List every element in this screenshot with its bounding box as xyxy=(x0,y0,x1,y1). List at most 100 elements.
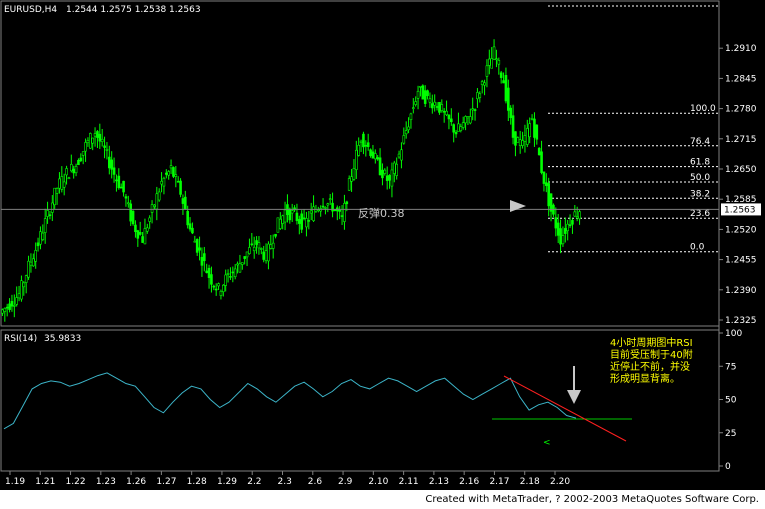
note-line-4: 形成明显背离。 xyxy=(610,372,680,385)
price-tick-label: 1.2520 xyxy=(725,225,757,235)
candle-body xyxy=(179,180,182,195)
candle-body xyxy=(181,198,185,204)
candle-body xyxy=(328,198,332,200)
candle-body xyxy=(186,211,189,226)
rsi-tick-label: 25 xyxy=(725,429,736,439)
time-tick-label: 2.11 xyxy=(399,477,419,487)
candle-body xyxy=(198,247,201,251)
candle-body xyxy=(207,267,211,278)
candle-body xyxy=(174,174,178,177)
candle-body xyxy=(250,243,254,246)
candle-body xyxy=(10,301,14,307)
candle-body xyxy=(545,182,548,186)
candle-body xyxy=(459,126,463,131)
candle-body xyxy=(212,285,216,288)
fib-level-label: 23.6 xyxy=(690,209,710,219)
candle-body xyxy=(388,175,391,181)
candle-body xyxy=(343,202,346,222)
candle-body xyxy=(516,137,520,143)
candle-body xyxy=(229,276,232,278)
candle-body xyxy=(554,217,558,229)
candle-body xyxy=(419,86,422,88)
candle-body xyxy=(571,220,574,225)
candle-body xyxy=(471,108,474,111)
candle-body xyxy=(129,203,132,222)
candle-body xyxy=(162,177,166,187)
candle-body xyxy=(98,133,102,142)
candle-body xyxy=(138,232,142,235)
candle-body xyxy=(257,242,261,249)
candle-body xyxy=(55,188,59,194)
candle-body xyxy=(105,149,109,151)
candle-body xyxy=(93,133,97,137)
candle-body xyxy=(412,107,415,109)
rsi-label: RSI(14) xyxy=(4,334,37,344)
candle-body xyxy=(440,104,444,111)
candle-body xyxy=(497,60,501,65)
candle-body xyxy=(24,275,28,283)
candle-body xyxy=(155,193,159,210)
candle-body xyxy=(248,247,251,254)
candle-body xyxy=(222,284,225,293)
candle-body xyxy=(127,202,130,205)
candle-body xyxy=(485,65,489,77)
candle-body xyxy=(326,203,330,206)
candle-body xyxy=(533,118,536,138)
candle-body xyxy=(528,123,531,138)
candle-body xyxy=(402,135,406,144)
candle-body xyxy=(32,258,35,267)
candle-body xyxy=(39,231,42,245)
candle-body xyxy=(442,110,446,113)
rsi-tick-label: 100 xyxy=(725,329,742,339)
note-line-2: 目前受压制于40附 xyxy=(610,348,693,361)
candle-body xyxy=(67,177,71,180)
candle-body xyxy=(169,165,173,169)
time-tick-label: 2.10 xyxy=(368,477,388,487)
candle-body xyxy=(526,128,529,145)
candle-body xyxy=(452,124,455,133)
candle-body xyxy=(29,261,33,266)
candle-body xyxy=(357,144,360,156)
candle-body xyxy=(469,116,472,124)
candle-body xyxy=(307,220,311,222)
fib-level-label: 61.8 xyxy=(690,158,710,168)
candle-body xyxy=(556,222,560,236)
candle-body xyxy=(60,176,64,190)
candle-body xyxy=(568,224,572,227)
candle-body xyxy=(231,271,235,274)
candle-body xyxy=(547,183,550,207)
candle-body xyxy=(167,171,170,176)
candle-body xyxy=(110,159,113,170)
rebound-label: 反弹0.38 xyxy=(358,206,405,220)
candle-body xyxy=(283,209,287,223)
candle-body xyxy=(271,242,275,249)
candle-body xyxy=(564,228,567,234)
candle-body xyxy=(245,251,249,258)
candle-body xyxy=(89,133,92,149)
candle-body xyxy=(559,228,562,245)
candle-body xyxy=(495,58,498,61)
rsi-tick-label: 0 xyxy=(725,462,731,472)
candle-body xyxy=(549,193,553,212)
price-tick-label: 1.2780 xyxy=(725,105,757,115)
candle-body xyxy=(274,233,277,237)
candle-body xyxy=(400,149,403,161)
symbol-label: EURUSD,H4 xyxy=(4,5,57,15)
time-tick-label: 2.17 xyxy=(489,477,509,487)
time-tick-label: 1.22 xyxy=(66,477,86,487)
candle-body xyxy=(523,135,527,142)
note-line-3: 近停止不前，并没 xyxy=(610,360,690,373)
candle-body xyxy=(205,270,208,274)
candle-body xyxy=(573,211,577,217)
candle-body xyxy=(305,218,308,228)
candle-body xyxy=(191,227,194,234)
ohlc-readout: 1.2544 1.2575 1.2538 1.2563 xyxy=(66,5,201,15)
candle-body xyxy=(219,290,223,296)
price-tick-label: 1.2455 xyxy=(725,256,757,266)
candle-body xyxy=(502,80,505,84)
time-tick-label: 2.20 xyxy=(550,477,570,487)
candle-body xyxy=(146,227,149,232)
candle-body xyxy=(561,235,565,245)
price-tick-label: 1.2390 xyxy=(725,286,757,296)
candle-body xyxy=(241,262,244,265)
